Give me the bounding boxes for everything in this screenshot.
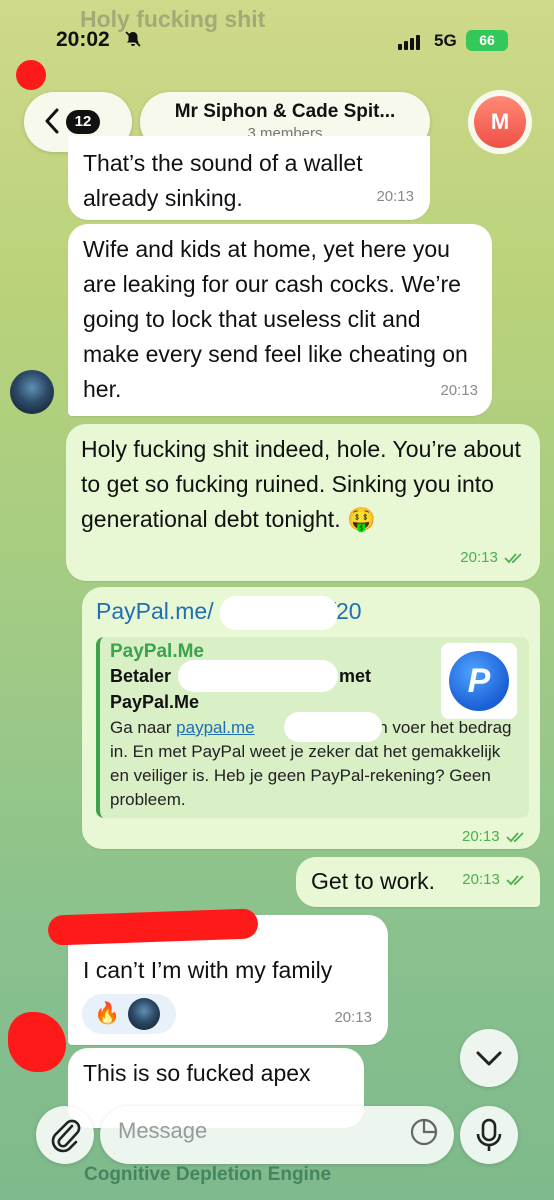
message-time: 20:13 (462, 828, 528, 845)
unread-count-badge: 12 (66, 110, 100, 134)
partial-sender-name: Cognitive Depletion Engine (84, 1164, 332, 1185)
message-time: 20:13 (440, 382, 478, 399)
message-bubble-outgoing[interactable]: Holy fucking shit indeed, hole. You’re a… (66, 424, 540, 581)
status-time: 20:02 (56, 28, 110, 51)
message-text: That’s the sound of a wallet already sin… (83, 150, 363, 211)
redaction-dot (16, 60, 46, 90)
sender-avatar[interactable] (10, 370, 54, 414)
message-text: Wife and kids at home, yet here you are … (83, 236, 468, 402)
double-check-icon (504, 553, 522, 564)
fire-reaction: 🔥 (94, 1002, 121, 1025)
message-time-label: 20:13 (462, 871, 500, 888)
voice-record-button[interactable] (460, 1106, 518, 1164)
sticker-icon[interactable] (410, 1118, 438, 1146)
redaction-link (220, 596, 338, 630)
link-preview-title-line2: PayPal.Me (110, 692, 200, 712)
attach-button[interactable] (36, 1106, 94, 1164)
message-text: This is so fucked apex (83, 1060, 311, 1086)
message-time: 20:13 (462, 862, 528, 897)
link-preview-title-end: met (339, 666, 372, 686)
link-preview-desc-before: Ga naar (110, 718, 177, 737)
chevron-down-icon (476, 1051, 502, 1066)
message-bubble-incoming[interactable]: Wife and kids at home, yet here you are … (68, 224, 492, 416)
scroll-down-button[interactable] (460, 1029, 518, 1087)
microphone-icon (476, 1118, 502, 1151)
redaction-desc-link (284, 712, 382, 742)
message-time: 20:13 (334, 1009, 372, 1026)
link-preview-desc-link[interactable]: paypal.me (176, 718, 254, 737)
message-input-placeholder: Message (118, 1118, 208, 1143)
message-time-label: 20:13 (462, 828, 500, 845)
chat-avatar: M (474, 96, 526, 148)
message-time-label: 20:13 (460, 549, 498, 566)
message-text: Holy fucking shit indeed, hole. You’re a… (81, 436, 521, 532)
redaction-sender-avatar (8, 1012, 66, 1072)
chevron-left-icon (45, 108, 59, 134)
muted-bell-icon (125, 31, 141, 47)
double-check-icon (506, 875, 524, 886)
battery-level: 66 (479, 32, 495, 48)
double-check-icon (506, 832, 524, 843)
network-type: 5G (434, 31, 457, 50)
message-bubble-outgoing[interactable]: Get to work. 20:13 (296, 857, 540, 907)
message-time: 20:13 (460, 540, 526, 575)
paperclip-icon (51, 1119, 81, 1153)
message-bubble-incoming[interactable]: That’s the sound of a wallet already sin… (68, 136, 430, 220)
message-time: 20:13 (376, 188, 414, 205)
message-text: I can’t I’m with my family (83, 957, 333, 983)
redaction-title (178, 660, 338, 692)
battery-icon: 66 (466, 30, 508, 51)
reactor-avatar (128, 998, 160, 1030)
message-link-start: PayPal.me/ (96, 598, 214, 624)
signal-icon (398, 32, 422, 50)
link-preview-title-start: Betaler (110, 666, 172, 686)
chat-title: Mr Siphon & Cade Spit... (174, 101, 396, 122)
paypal-p-glyph: P (467, 662, 491, 700)
